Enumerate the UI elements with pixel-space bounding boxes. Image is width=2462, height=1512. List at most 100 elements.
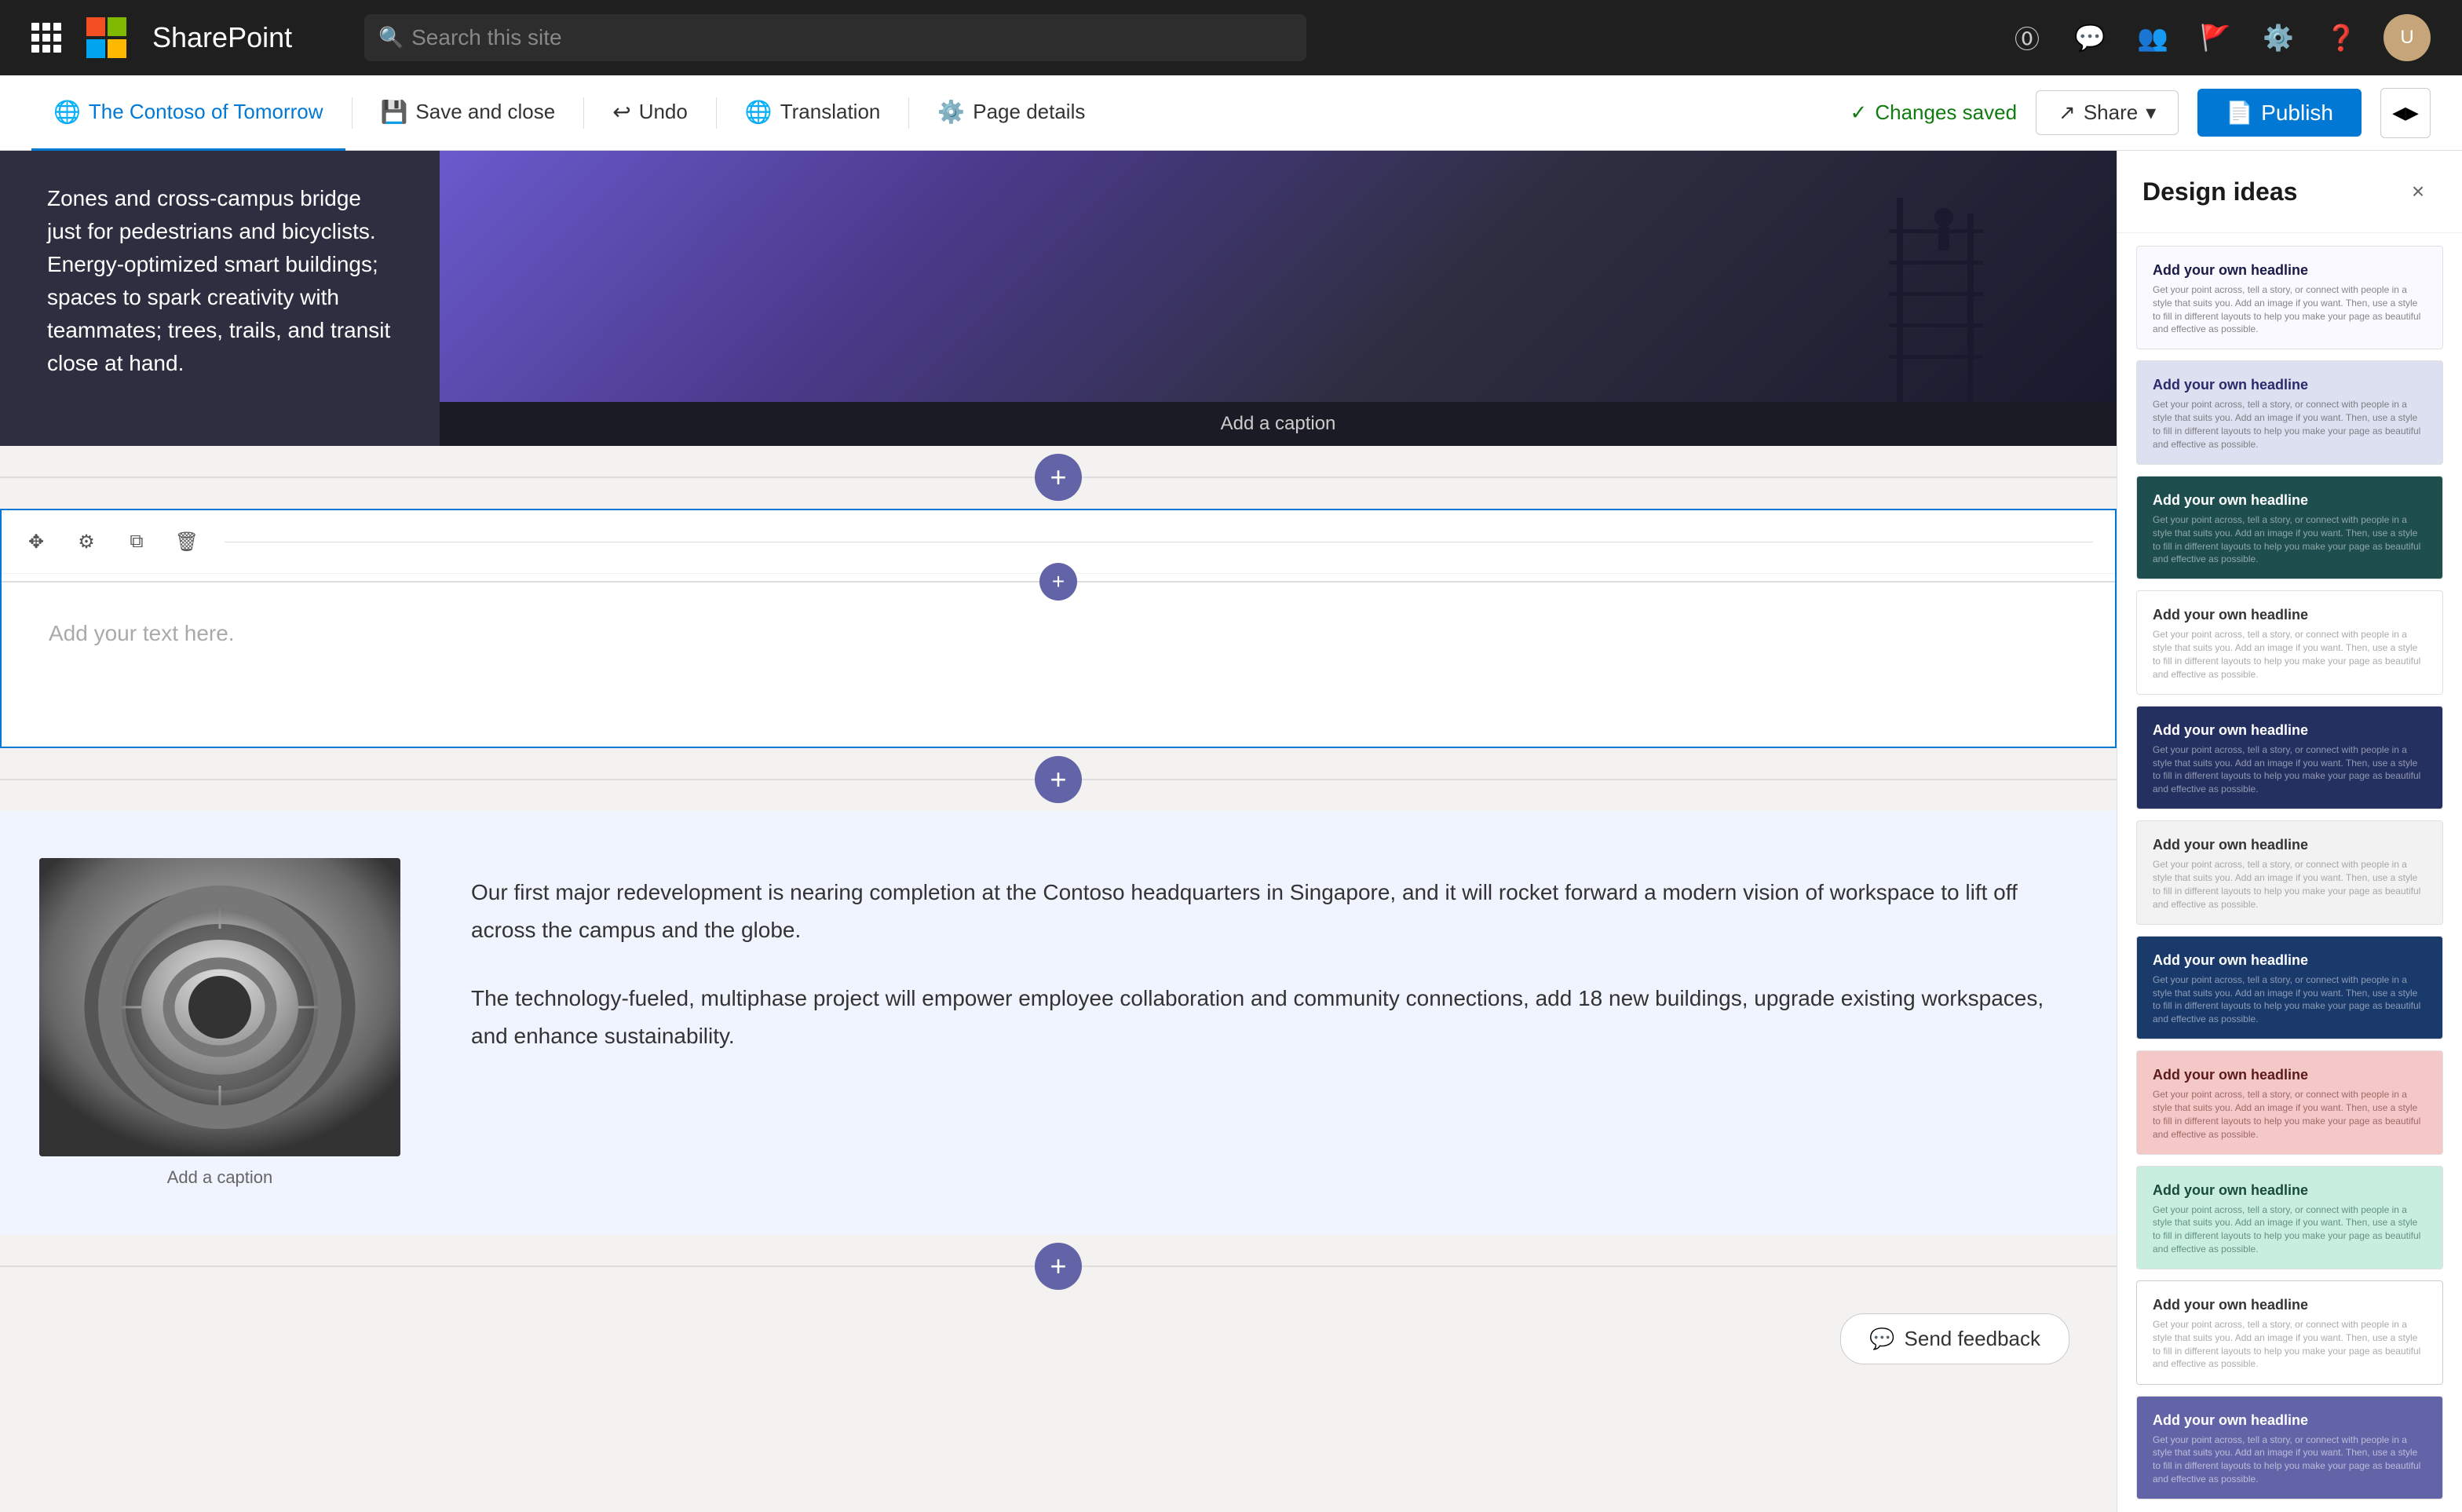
site-tab-icon: 🌐 [53,99,81,125]
search-input[interactable] [364,14,1306,61]
design-idea-card-4[interactable]: Add your own headline Get your point acr… [2136,590,2443,694]
page-details-icon: ⚙️ [937,99,965,125]
section-break-1: + [0,446,2117,509]
idea-card-headline-5: Add your own headline [2153,722,2427,739]
design-idea-card-7[interactable]: Add your own headline Get your point acr… [2136,936,2443,1039]
top-navbar: SharePoint 🔍 ⓪ 💬 👥 🚩 ⚙️ ❓ U [0,0,2462,75]
collapse-panel-button[interactable]: ◀▶ [2380,88,2431,138]
design-idea-card-3[interactable]: Add your own headline Get your point acr… [2136,476,2443,579]
idea-card-headline-10: Add your own headline [2153,1297,2427,1313]
idea-card-text-6: Get your point across, tell a story, or … [2153,858,2427,911]
add-section-button-1[interactable]: + [1035,454,1082,501]
design-idea-card-6[interactable]: Add your own headline Get your point acr… [2136,820,2443,924]
idea-card-headline-6: Add your own headline [2153,837,2427,853]
translation-icon: 🌐 [745,99,773,125]
translation-tab[interactable]: 🌐 Translation [723,75,903,151]
design-panel-close-button[interactable]: × [2399,173,2437,210]
hero-caption[interactable]: Add a caption [440,402,2117,446]
idea-card-text-3: Get your point across, tell a story, or … [2153,513,2427,566]
design-idea-card-11[interactable]: Add your own headline Get your point acr… [2136,1396,2443,1499]
design-idea-card-10[interactable]: Add your own headline Get your point acr… [2136,1280,2443,1384]
user-avatar[interactable]: U [2383,14,2431,61]
accessibility-icon[interactable]: ⓪ [2007,17,2047,58]
section-break-3: + [0,1235,2117,1298]
save-close-tab[interactable]: 💾 Save and close [359,75,578,151]
help-icon[interactable]: ❓ [2321,17,2362,58]
idea-card-text-11: Get your point across, tell a story, or … [2153,1433,2427,1486]
flag-icon[interactable]: 🚩 [2195,17,2236,58]
people-icon[interactable]: 👥 [2132,17,2173,58]
duplicate-tool[interactable]: ⧉ [118,523,155,561]
undo-label: Undo [639,100,688,124]
toolbar-divider-4 [908,97,909,129]
design-idea-card-2[interactable]: Add your own headline Get your point acr… [2136,360,2443,464]
page-content: Zones and cross-campus bridge just for p… [0,151,2117,1380]
delete-tool[interactable]: 🗑 [168,523,206,561]
add-section-button-2[interactable]: + [1035,756,1082,803]
publish-icon: 📄 [2226,100,2253,126]
toolbar-divider-2 [583,97,584,129]
idea-card-headline-4: Add your own headline [2153,607,2427,623]
search-icon: 🔍 [378,26,404,50]
design-idea-card-5[interactable]: Add your own headline Get your point acr… [2136,706,2443,809]
site-tab-label: The Contoso of Tomorrow [89,100,323,124]
hero-image-block: Add a caption [440,151,2117,446]
share-label: Share [2084,100,2138,125]
bottom-caption-text: Add a caption [167,1167,273,1187]
design-idea-card-8[interactable]: Add your own headline Get your point acr… [2136,1050,2443,1154]
design-ideas-panel: Design ideas × Add your own headline Get… [2117,151,2462,1512]
idea-card-headline-8: Add your own headline [2153,1067,2427,1083]
bottom-caption[interactable]: Add a caption [167,1167,273,1188]
app-name-label: SharePoint [152,21,292,54]
idea-card-headline-7: Add your own headline [2153,952,2427,969]
settings-icon[interactable]: ⚙️ [2258,17,2299,58]
design-idea-card-9[interactable]: Add your own headline Get your point acr… [2136,1166,2443,1269]
idea-card-headline-2: Add your own headline [2153,377,2427,393]
chat-icon[interactable]: 💬 [2069,17,2110,58]
text-block-content[interactable]: Add your text here. [2,590,2115,747]
move-tool[interactable]: ✥ [17,523,55,561]
send-feedback-button[interactable]: 💬 Send feedback [1840,1313,2069,1364]
idea-card-text-9: Get your point across, tell a story, or … [2153,1203,2427,1256]
design-panel-scroll[interactable]: Add your own headline Get your point acr… [2117,233,2462,1512]
bottom-section: Add a caption Our first major redevelopm… [0,811,2117,1235]
idea-card-headline-3: Add your own headline [2153,492,2427,509]
app-launcher-icon[interactable] [31,23,61,53]
text-placeholder: Add your text here. [49,621,235,645]
changes-saved-indicator: ✓ Changes saved [1850,100,2017,125]
nav-icon-group: ⓪ 💬 👥 🚩 ⚙️ ❓ U [2007,14,2431,61]
page-details-label: Page details [973,100,1085,124]
site-tab[interactable]: 🌐 The Contoso of Tomorrow [31,75,345,151]
design-panel-title: Design ideas [2142,177,2297,206]
undo-icon: ↩ [612,99,630,125]
page-details-tab[interactable]: ⚙️ Page details [915,75,1107,151]
bottom-paragraph-1: Our first major redevelopment is nearing… [471,874,2054,948]
hero-image[interactable] [440,151,2117,402]
toolbar-right: ✓ Changes saved ↗ Share ▾ 📄 Publish ◀▶ [1850,88,2431,138]
feedback-bar: 💬 Send feedback [0,1298,2117,1380]
idea-card-text-10: Get your point across, tell a story, or … [2153,1318,2427,1371]
hero-paragraph: Zones and cross-campus bridge just for p… [47,182,393,380]
idea-card-headline-11: Add your own headline [2153,1412,2427,1429]
share-chevron-icon: ▾ [2146,100,2156,125]
publish-button[interactable]: 📄 Publish [2197,89,2362,137]
design-panel-header: Design ideas × [2117,151,2462,233]
idea-card-text-5: Get your point across, tell a story, or … [2153,743,2427,796]
text-editor-block[interactable]: ✥ ⚙ ⧉ 🗑 + Add your text here. [0,509,2117,748]
feedback-label: Send feedback [1905,1327,2040,1351]
share-button[interactable]: ↗ Share ▾ [2036,90,2179,135]
editor-area[interactable]: Zones and cross-campus bridge just for p… [0,151,2117,1512]
microsoft-logo[interactable] [86,17,127,58]
add-section-button-3[interactable]: + [1035,1243,1082,1290]
add-section-button-inner[interactable]: + [1039,563,1077,601]
idea-card-headline-9: Add your own headline [2153,1182,2427,1199]
hero-text-block: Zones and cross-campus bridge just for p… [0,151,440,446]
toolbar-divider-3 [716,97,717,129]
hero-caption-text: Add a caption [1221,413,1336,434]
save-close-label: Save and close [415,100,555,124]
spiral-staircase-image[interactable] [39,858,400,1156]
settings-tool[interactable]: ⚙ [68,523,105,561]
design-idea-card-1[interactable]: Add your own headline Get your point acr… [2136,246,2443,349]
undo-tab[interactable]: ↩ Undo [590,75,710,151]
main-layout: Zones and cross-campus bridge just for p… [0,151,2462,1512]
